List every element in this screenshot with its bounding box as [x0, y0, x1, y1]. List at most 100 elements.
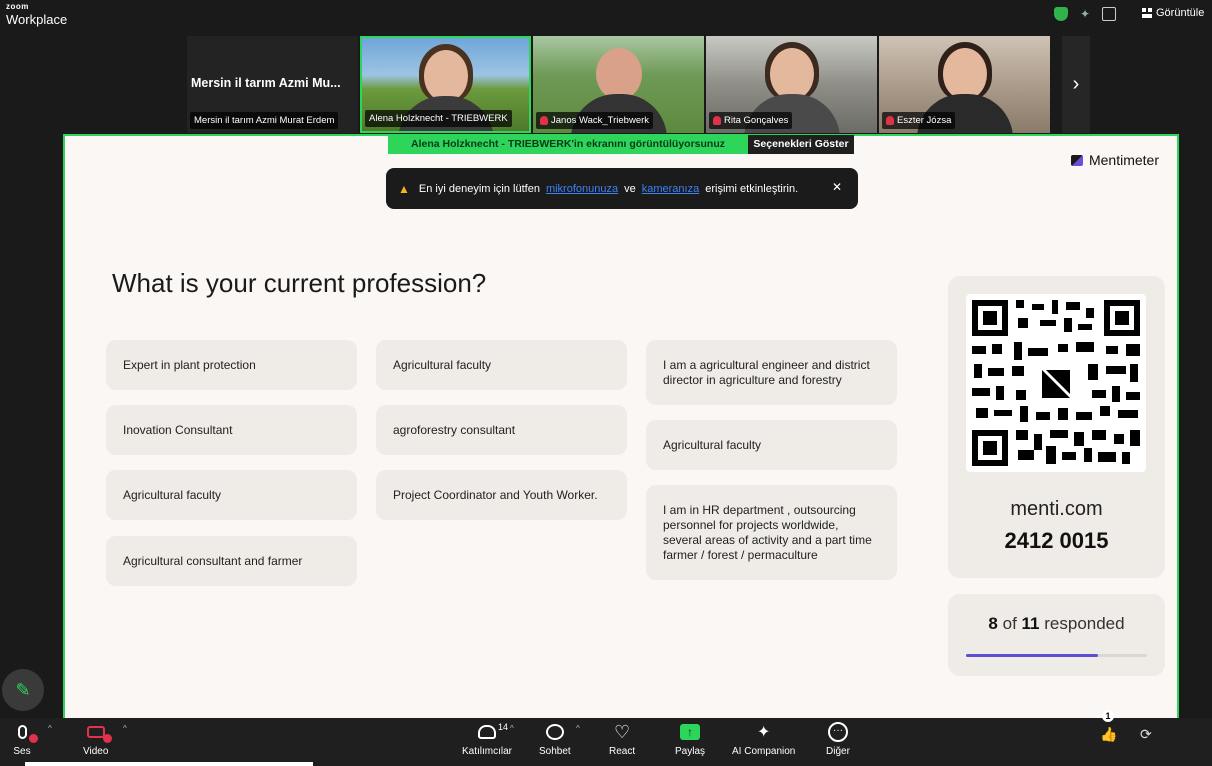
responded-progress-fill: [966, 654, 1098, 657]
response-card: Project Coordinator and Youth Worker.: [376, 470, 627, 520]
video-options-caret-icon[interactable]: ^: [123, 724, 127, 733]
react-button[interactable]: ♡ React: [609, 721, 635, 757]
view-button[interactable]: Görüntüle: [1142, 7, 1204, 19]
audio-label: Ses: [13, 746, 31, 757]
participant-name: Rita Gonçalves: [724, 115, 789, 126]
show-options-button[interactable]: Seçenekleri Göster: [748, 135, 854, 154]
responded-text: 8 of 11 responded: [948, 614, 1165, 634]
responded-count: 8: [988, 614, 998, 633]
chat-label: Sohbet: [539, 746, 571, 757]
join-code: 2412 0015: [1004, 528, 1109, 553]
zoom-window: zoom Workplace ✦ Görüntüle Mersin il tar…: [0, 0, 1212, 766]
ai-sparkle-icon[interactable]: ✦: [1078, 7, 1092, 21]
join-url: menti.com: [1010, 498, 1103, 520]
responded-progress-track: [966, 654, 1147, 657]
responded-suffix: responded: [1044, 614, 1125, 633]
top-bar: zoom Workplace ✦ Görüntüle: [0, 0, 1212, 34]
audio-button[interactable]: Ses: [10, 721, 38, 757]
mentimeter-logo: Mentimeter: [1070, 152, 1159, 168]
responded-total: 11: [1021, 614, 1040, 633]
participant-tile[interactable]: Eszter Józsa: [879, 36, 1050, 133]
audio-options-caret-icon[interactable]: ^: [48, 724, 52, 733]
question-title: What is your current profession?: [112, 268, 487, 298]
encryption-shield-icon[interactable]: [1054, 7, 1068, 21]
participant-name-label: Mersin il tarım Azmi Murat Erdem: [190, 112, 339, 129]
video-label: Video: [83, 746, 109, 757]
camera-icon: [84, 721, 112, 743]
participants-label: Katılımcılar: [462, 746, 513, 757]
brand-name: Workplace: [6, 12, 68, 27]
more-label: Diğer: [826, 746, 850, 757]
chat-options-caret-icon[interactable]: ^: [576, 724, 580, 733]
heart-icon: ♡: [613, 722, 631, 742]
share-screen-icon: ↑: [678, 721, 702, 743]
share-screen-button[interactable]: ↑ Paylaş: [675, 721, 705, 757]
grid-view-icon: [1142, 8, 1152, 18]
chevron-right-icon[interactable]: ›: [1062, 36, 1090, 133]
loop-icon[interactable]: ⟳: [1140, 726, 1152, 743]
microphone-link[interactable]: mikrofonunuza: [546, 183, 618, 195]
qr-code[interactable]: [966, 294, 1146, 472]
warning-icon: ▲: [398, 181, 410, 196]
more-button[interactable]: ··· Diğer: [826, 721, 850, 757]
participant-name-label: Rita Gonçalves: [709, 112, 793, 129]
participant-name-label: Alena Holzknecht - TRIEBWERK: [365, 110, 512, 127]
participant-tile[interactable]: Janos Wack_Triebwerk: [533, 36, 704, 133]
view-button-label: Görüntüle: [1156, 7, 1205, 19]
chat-icon: [543, 721, 567, 743]
participant-name: Eszter Józsa: [897, 115, 952, 126]
fullscreen-icon[interactable]: [1102, 7, 1116, 21]
responded-panel: 8 of 11 responded: [948, 594, 1165, 676]
participant-name-label: Janos Wack_Triebwerk: [536, 112, 654, 129]
chat-button[interactable]: Sohbet: [539, 721, 571, 757]
response-card: Agricultural faculty: [106, 470, 357, 520]
mic-muted-icon: [540, 116, 548, 125]
annotate-pencil-icon[interactable]: ✎: [2, 669, 44, 711]
mentimeter-logo-text: Mentimeter: [1088, 152, 1159, 168]
mic-muted-icon: [886, 116, 894, 125]
video-figure-head: [423, 50, 468, 102]
participant-tile-active-speaker[interactable]: Alena Holzknecht - TRIEBWERK: [360, 36, 531, 133]
toast-text-end: erişimi etkinleştirin.: [705, 182, 799, 195]
taskbar-indicator: [25, 762, 313, 766]
permission-toast: ▲ En iyi deneyim için lütfen mikrofonunu…: [386, 168, 858, 209]
video-button[interactable]: Video: [83, 721, 112, 757]
participants-count: 14: [498, 722, 509, 732]
ai-companion-button[interactable]: ✦ AI Companion: [732, 721, 795, 757]
react-label: React: [609, 746, 636, 757]
response-card: Inovation Consultant: [106, 405, 357, 455]
response-card: Agricultural faculty: [376, 340, 627, 390]
participant-tile[interactable]: Rita Gonçalves: [706, 36, 877, 133]
video-figure-head: [942, 48, 987, 100]
participants-options-caret-icon[interactable]: ^: [510, 724, 514, 733]
microphone-icon: [10, 721, 38, 743]
responded-of: of: [1002, 614, 1017, 633]
brand-small: zoom: [6, 2, 29, 11]
top-icons: ✦: [1054, 7, 1116, 21]
mic-muted-icon: [713, 116, 721, 125]
response-card: I am a agricultural engineer and distric…: [646, 340, 897, 405]
participants-icon: [475, 721, 499, 743]
ai-sparkle-icon: ✦: [756, 724, 771, 741]
video-figure-head: [769, 48, 814, 100]
camera-link[interactable]: kameranıza: [642, 183, 699, 195]
close-icon[interactable]: ✕: [832, 180, 842, 194]
share-banner: Alena Holzknecht - TRIEBWERK'in ekranını…: [388, 135, 854, 154]
participant-name: Alena Holzknecht - TRIEBWERK: [369, 113, 508, 124]
response-card: Agricultural consultant and farmer: [106, 536, 357, 586]
share-status: Alena Holzknecht - TRIEBWERK'in ekranını…: [388, 135, 748, 154]
toast-text-middle: ve: [624, 182, 636, 195]
shared-screen: Mentimeter ▲ En iyi deneyim için lütfen …: [63, 134, 1179, 720]
mentimeter-mark-icon: [1070, 154, 1083, 166]
response-card: Expert in plant protection: [106, 340, 357, 390]
participant-tile[interactable]: Mersin il tarım Azmi Mu... Mersin il tar…: [187, 36, 358, 133]
thumbs-up-icon[interactable]: 👍: [1100, 726, 1117, 743]
zoom-logo: zoom Workplace: [6, 2, 68, 27]
reaction-count-badge: 1: [1102, 710, 1114, 722]
toast-text: En iyi deneyim için lütfen: [418, 182, 540, 195]
video-figure-head: [595, 48, 642, 100]
bottom-toolbar: Ses ^ Video ^ Katılımcılar 14 ^ Sohbet ^…: [0, 718, 1212, 766]
response-card: agroforestry consultant: [376, 405, 627, 455]
more-dots-icon: ···: [826, 721, 850, 743]
participant-strip: Mersin il tarım Azmi Mu... Mersin il tar…: [187, 36, 1050, 133]
